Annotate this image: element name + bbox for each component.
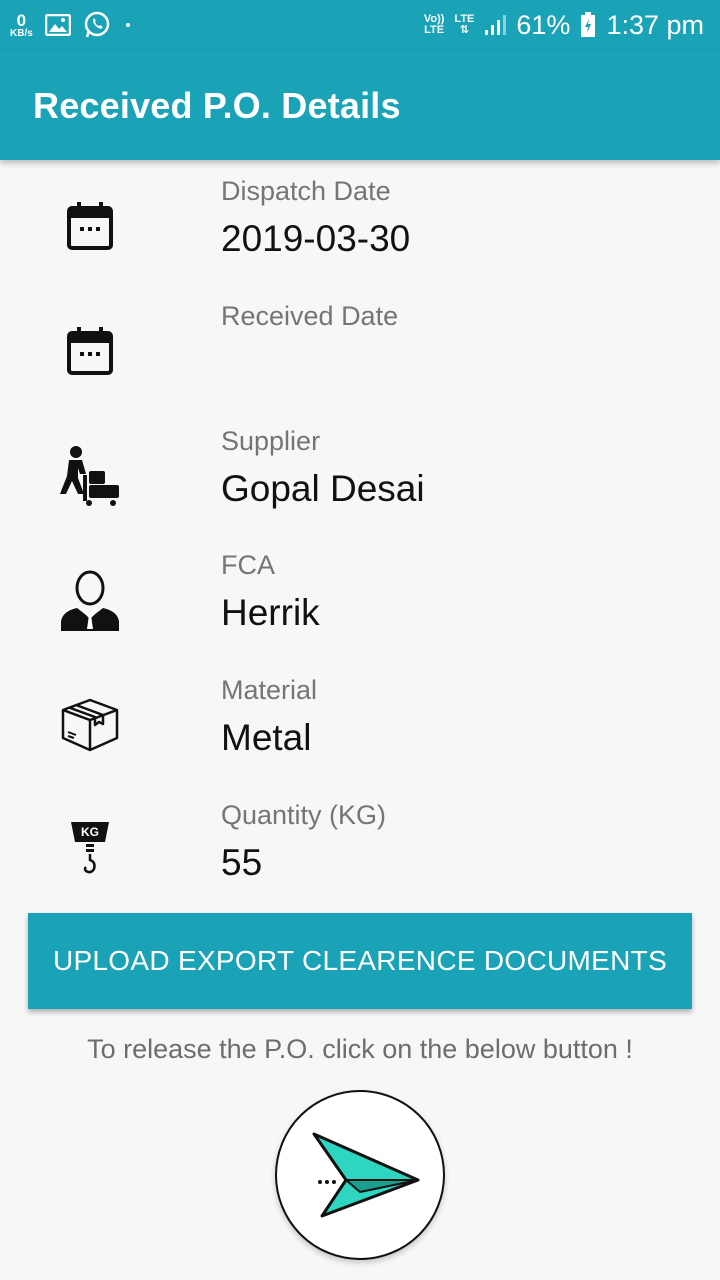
status-bar-left: 0 KB/s <box>10 8 133 42</box>
status-bar: 0 KB/s Vo)) LTE LTE ⇅ 61% 1:37 pm <box>0 0 720 50</box>
delivery-person-icon <box>58 444 122 508</box>
detail-row-supplier: Supplier Gopal Desai <box>0 416 720 526</box>
app-bar: Received P.O. Details <box>0 50 720 160</box>
quantity-value: 55 <box>221 842 263 883</box>
detail-row-quantity: KG Quantity (KG) 55 <box>0 790 720 900</box>
volte-indicator: Vo)) LTE <box>423 13 445 36</box>
fca-label: FCA <box>221 550 275 580</box>
page-title: Received P.O. Details <box>33 85 401 126</box>
detail-row-fca: FCA Herrik <box>0 540 720 650</box>
supplier-value: Gopal Desai <box>221 468 425 509</box>
calendar-icon <box>58 194 122 258</box>
person-suit-icon <box>58 568 122 632</box>
detail-row-material: Material Metal <box>0 665 720 775</box>
detail-row-dispatch-date: Dispatch Date 2019-03-30 <box>0 166 720 276</box>
gallery-icon <box>44 14 71 36</box>
battery-percent: 61% <box>516 9 571 40</box>
paper-plane-icon <box>312 1132 420 1218</box>
release-po-button[interactable] <box>275 1090 445 1260</box>
detail-row-received-date: Received Date <box>0 291 720 401</box>
upload-export-documents-button[interactable]: UPLOAD EXPORT CLEARENCE DOCUMENTS <box>28 913 692 1009</box>
material-value: Metal <box>221 717 312 758</box>
network-speed-value: 0 <box>16 10 27 30</box>
supplier-label: Supplier <box>221 426 321 456</box>
clock: 1:37 pm <box>606 9 704 40</box>
whatsapp-icon <box>84 11 110 38</box>
dot-icon <box>125 23 130 27</box>
quantity-label: Quantity (KG) <box>221 800 387 830</box>
network-speed-unit: KB/s <box>10 27 33 39</box>
battery-icon <box>581 12 596 37</box>
release-hint-text: To release the P.O. click on the below b… <box>87 1034 633 1064</box>
signal-icon <box>485 15 507 35</box>
status-bar-right: Vo)) LTE LTE ⇅ 61% 1:37 pm <box>424 6 704 44</box>
package-box-icon <box>58 693 122 757</box>
received-date-label: Received Date <box>221 301 399 331</box>
material-label: Material <box>221 675 318 705</box>
lte-indicator: LTE ⇅ <box>454 13 475 36</box>
calendar-icon <box>58 319 122 383</box>
dispatch-date-value: 2019-03-30 <box>221 218 411 259</box>
fca-value: Herrik <box>221 592 320 633</box>
dispatch-date-label: Dispatch Date <box>221 176 391 206</box>
weight-scale-icon: KG <box>58 818 122 882</box>
network-speed: 0 KB/s <box>10 12 33 39</box>
weight-icon-text: KG <box>81 825 99 839</box>
